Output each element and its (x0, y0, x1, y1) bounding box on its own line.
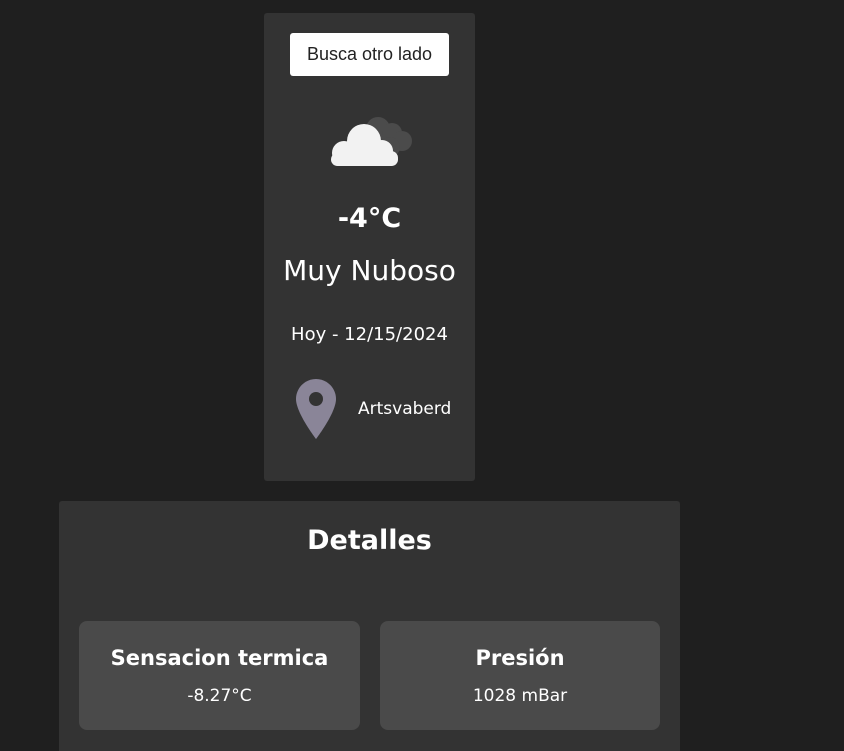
feels-like-value: -8.27°C (187, 686, 252, 706)
current-weather-card: Busca otro lado -4°C Muy Nuboso Hoy - 12… (264, 13, 475, 481)
weather-condition: Muy Nuboso (283, 254, 456, 287)
feels-like-tile: Sensacion termica -8.27°C (79, 621, 360, 730)
feels-like-label: Sensacion termica (110, 646, 329, 670)
details-panel: Detalles Sensacion termica -8.27°C Presi… (59, 501, 680, 751)
temperature-readout: -4°C (337, 203, 402, 234)
location-name: Artsvaberd (358, 399, 452, 419)
pressure-label: Presión (475, 646, 565, 670)
location-pin-icon (296, 379, 336, 439)
date-label: Hoy - 12/15/2024 (291, 324, 448, 345)
weather-app: Busca otro lado -4°C Muy Nuboso Hoy - 12… (0, 0, 844, 751)
search-other-place-button[interactable]: Busca otro lado (290, 33, 449, 76)
pressure-value: 1028 mBar (472, 686, 568, 706)
cloud-icon (331, 117, 412, 166)
pressure-tile: Presión 1028 mBar (380, 621, 660, 730)
details-title: Detalles (307, 525, 432, 556)
